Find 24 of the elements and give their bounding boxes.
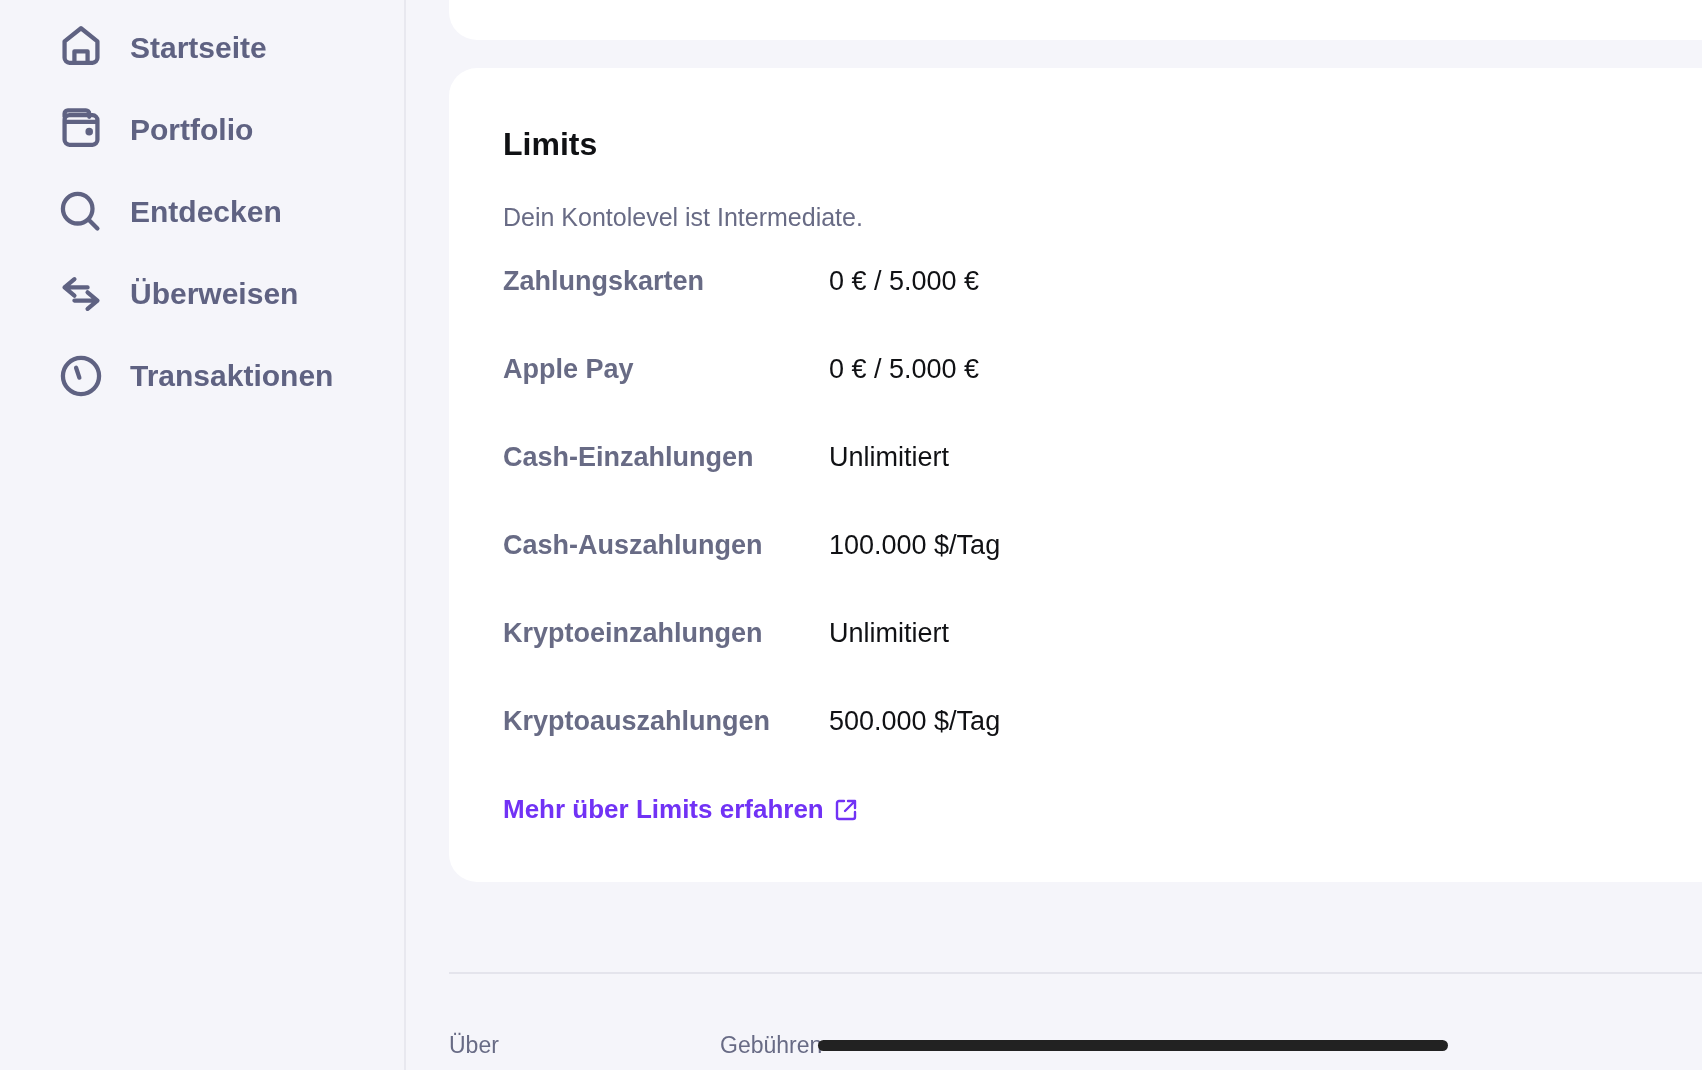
limit-value: 0 € / 5.000 € [829,354,981,385]
nav-item[interactable]: Entdecken [58,171,404,253]
account-level-text: Dein Kontolevel ist Intermediate. [503,203,863,232]
footer-link[interactable]: Über [449,1032,720,1059]
footer-link[interactable]: Gebühren [720,1032,993,1059]
limit-label: Kryptoeinzahlungen [503,618,764,649]
limit-value: 0 € / 5.000 € [829,266,981,297]
nav-item[interactable]: Überweisen [58,253,404,335]
limit-label: Apple Pay [503,354,635,385]
nav-item[interactable]: Transaktionen [58,335,404,417]
nav-item[interactable]: Portfolio [58,89,404,171]
limit-label: Cash-Einzahlungen [503,442,755,473]
limit-value: Unlimitiert [829,442,950,473]
limit-label: Kryptoauszahlungen [503,706,772,737]
nav-item[interactable]: Startseite [58,7,404,89]
card-title: Limits [503,126,599,163]
limit-value: Unlimitiert [829,618,950,649]
limit-label: Cash-Auszahlungen [503,530,764,561]
external-link-icon [833,797,858,822]
limit-label: Zahlungskarten [503,266,706,297]
limit-value: 100.000 $/Tag [829,530,1002,561]
learn-more-link[interactable]: Mehr über Limits erfahren [503,794,858,825]
clock-icon [58,353,104,399]
limit-value: 500.000 $/Tag [829,706,1002,737]
